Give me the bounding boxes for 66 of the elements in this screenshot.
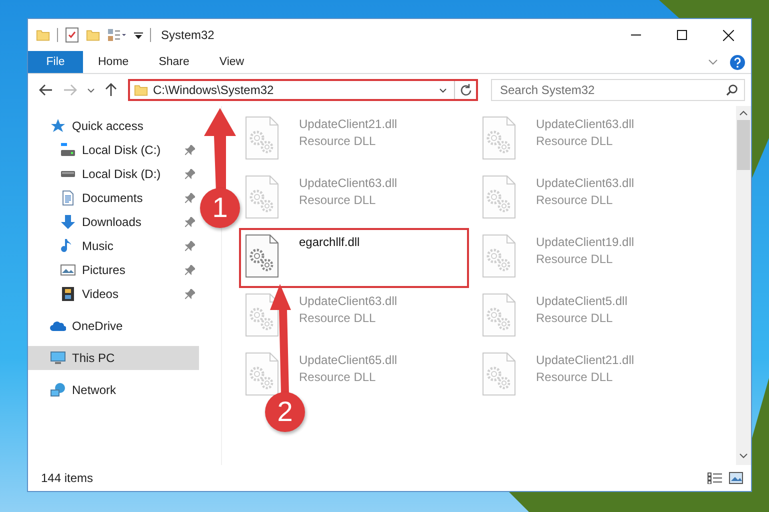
nav-item[interactable]: Quick access: [28, 114, 199, 138]
checklist-icon[interactable]: [65, 27, 79, 43]
gear-file-icon: [245, 352, 279, 396]
ribbon-tab[interactable]: Home: [83, 51, 144, 73]
chevron-down-icon: [439, 88, 447, 92]
pin-icon[interactable]: [185, 241, 195, 251]
star-icon: [50, 118, 66, 134]
item-count: 144 items: [41, 471, 94, 485]
close-icon: [722, 30, 734, 40]
scroll-up-icon[interactable]: [739, 110, 748, 116]
download-arrow-icon: [60, 214, 76, 230]
computer-icon: [50, 350, 66, 366]
large-icons-view-icon[interactable]: [729, 472, 743, 484]
nav-item[interactable]: Network: [28, 378, 199, 402]
pin-icon[interactable]: [185, 193, 195, 203]
pin-icon[interactable]: [185, 289, 195, 299]
nav-item[interactable]: This PC: [28, 346, 199, 370]
nav-item[interactable]: Local Disk (D:): [28, 162, 199, 186]
window-title: System32: [161, 28, 216, 42]
nav-item[interactable]: OneDrive: [28, 314, 199, 338]
picture-icon: [60, 262, 76, 278]
file-item[interactable]: egarchllf.dll: [241, 230, 467, 286]
gear-file-icon: [245, 293, 279, 337]
gear-file-icon: [482, 116, 516, 160]
drive-icon: [60, 142, 76, 158]
folder-icon: [36, 28, 50, 42]
ribbon-tab[interactable]: View: [204, 51, 260, 73]
nav-item[interactable]: Documents: [28, 186, 199, 210]
document-icon: [60, 190, 76, 206]
scrollbar-thumb[interactable]: [737, 120, 750, 170]
dropdown-icon[interactable]: [134, 30, 143, 40]
pin-icon[interactable]: [185, 265, 195, 275]
gear-file-icon: [245, 116, 279, 160]
search-field[interactable]: Search System32: [491, 79, 745, 101]
gear-file-icon: [245, 175, 279, 219]
refresh-icon: [460, 84, 472, 96]
gear-file-icon: [482, 175, 516, 219]
gear-file-icon: [482, 293, 516, 337]
ribbon-tab[interactable]: Share: [144, 51, 204, 73]
film-icon: [60, 286, 76, 302]
details-view-icon[interactable]: [707, 472, 723, 484]
network-icon: [50, 382, 66, 398]
chevron-down-icon[interactable]: [708, 59, 718, 65]
pin-icon[interactable]: [185, 145, 195, 155]
pin-icon[interactable]: [185, 169, 195, 179]
nav-item[interactable]: Local Disk (C:): [28, 138, 199, 162]
nav-item[interactable]: Downloads: [28, 210, 199, 234]
properties-icon[interactable]: [107, 28, 127, 42]
maximize-icon: [677, 30, 687, 40]
address-bar[interactable]: C:\Windows\System32: [128, 79, 478, 101]
gear-file-icon: [245, 234, 279, 278]
gear-file-icon: [482, 234, 516, 278]
scroll-down-icon[interactable]: [739, 453, 748, 459]
drive-icon: [60, 170, 76, 178]
chevron-down-icon: [87, 88, 95, 92]
nav-item[interactable]: Music: [28, 234, 199, 258]
nav-item[interactable]: Videos: [28, 282, 199, 306]
search-icon: [726, 84, 738, 96]
scrollbar[interactable]: [736, 106, 751, 465]
help-icon[interactable]: [730, 54, 745, 70]
folder-icon: [86, 28, 100, 42]
nav-item[interactable]: Pictures: [28, 258, 199, 282]
folder-icon: [134, 83, 148, 97]
ribbon-tab[interactable]: File: [28, 51, 83, 73]
pin-icon[interactable]: [185, 217, 195, 227]
gear-file-icon: [482, 352, 516, 396]
